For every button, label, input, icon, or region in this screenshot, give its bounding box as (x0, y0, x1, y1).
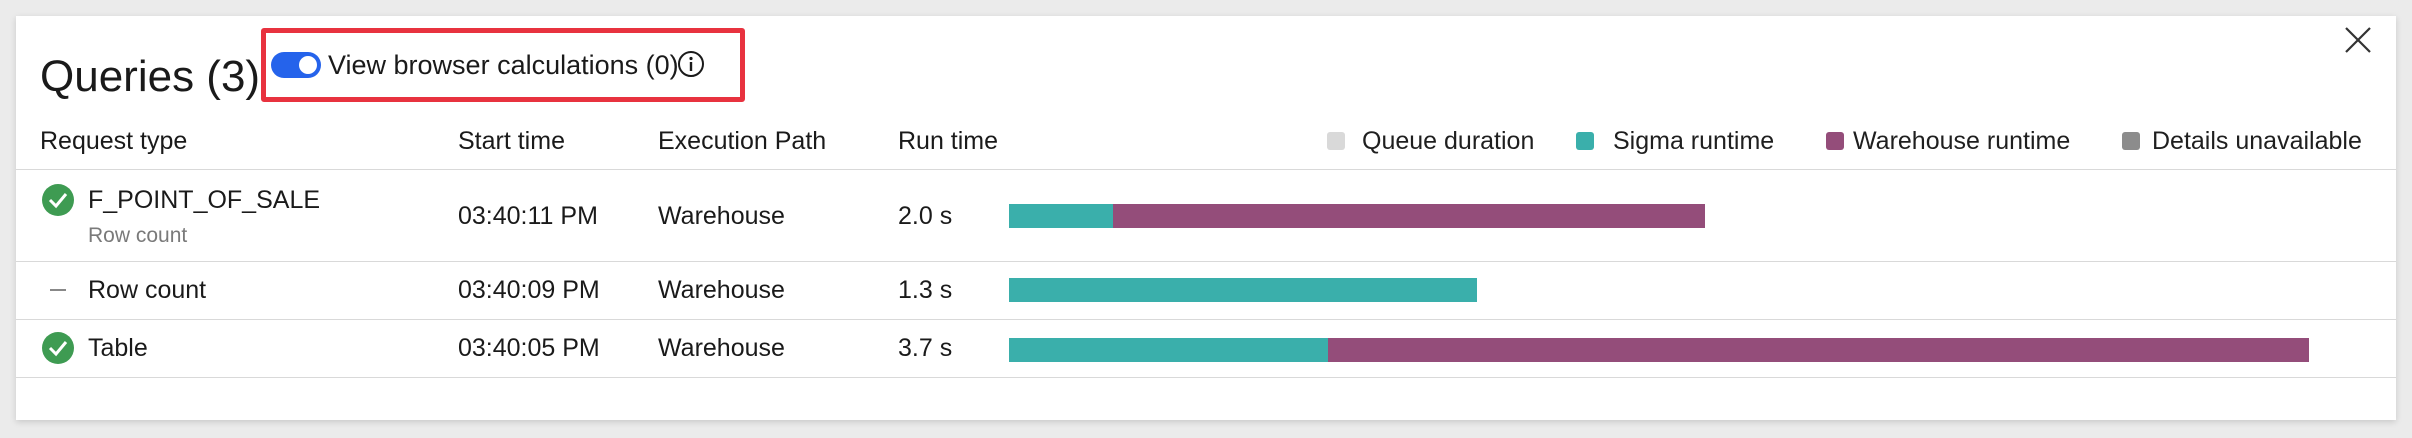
legend-label-warehouse: Warehouse runtime (1853, 127, 2071, 155)
run-time: 1.3 s (898, 276, 953, 304)
request-name: Table (88, 334, 148, 362)
queries-panel: Queries (3) View browser calculations (0… (16, 16, 2396, 420)
bar-sigma-runtime[interactable] (1009, 338, 1328, 362)
run-time: 2.0 s (898, 202, 953, 230)
run-time: 3.7 s (898, 334, 953, 362)
bar-sigma-runtime[interactable] (1009, 204, 1113, 228)
browser-calculations-toggle[interactable] (271, 52, 321, 78)
start-time: 03:40:11 PM (458, 202, 598, 230)
legend-swatch-sigma (1576, 132, 1594, 150)
info-icon[interactable] (677, 50, 705, 78)
legend-label-queue: Queue duration (1362, 127, 1535, 155)
column-header-start-time[interactable]: Start time (458, 127, 565, 156)
success-check-icon (42, 184, 74, 216)
legend-swatch-queue (1327, 132, 1345, 150)
start-time: 03:40:05 PM (458, 334, 600, 362)
column-header-request-type[interactable]: Request type (40, 127, 187, 156)
request-name: F_POINT_OF_SALE (88, 186, 321, 214)
legend-swatch-unavailable (2122, 132, 2140, 150)
row-divider (16, 261, 2396, 262)
success-check-icon (42, 332, 74, 364)
legend-swatch-warehouse (1826, 132, 1844, 150)
header-divider (16, 169, 2396, 170)
row-divider (16, 319, 2396, 320)
toggle-knob (299, 56, 317, 74)
legend-label-unavailable: Details unavailable (2152, 127, 2362, 155)
bar-sigma-runtime[interactable] (1009, 278, 1477, 302)
panel-title: Queries (3) (40, 52, 261, 101)
column-header-execution-path[interactable]: Execution Path (658, 127, 826, 156)
start-time: 03:40:09 PM (458, 276, 600, 304)
execution-path: Warehouse (658, 202, 785, 230)
no-status-dash-icon (50, 289, 66, 291)
bar-warehouse-runtime[interactable] (1327, 338, 2309, 362)
browser-calculations-label: View browser calculations (0) (328, 50, 679, 80)
execution-path: Warehouse (658, 276, 785, 304)
bar-warehouse-runtime[interactable] (1113, 204, 1705, 228)
row-divider (16, 377, 2396, 378)
close-icon[interactable] (2344, 26, 2372, 54)
request-name: Row count (88, 276, 207, 304)
request-subtitle: Row count (88, 224, 188, 247)
legend-label-sigma: Sigma runtime (1613, 127, 1775, 155)
column-header-run-time[interactable]: Run time (898, 127, 998, 156)
execution-path: Warehouse (658, 334, 785, 362)
